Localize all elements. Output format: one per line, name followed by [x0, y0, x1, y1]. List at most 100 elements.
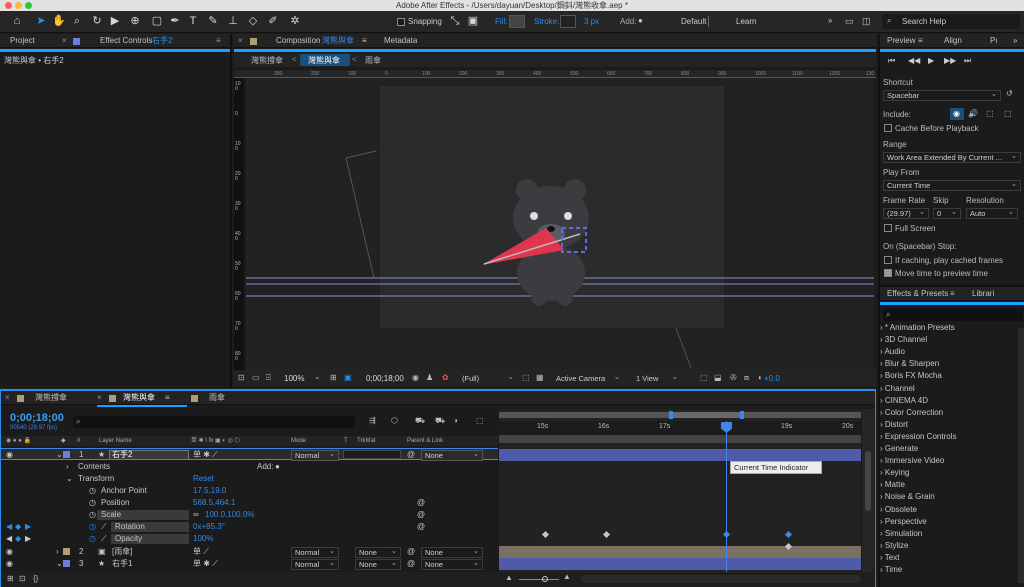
transform-twirl-icon[interactable]: ⌄: [66, 473, 73, 485]
first-frame-icon[interactable]: ⏮: [888, 56, 895, 66]
close-timeline-tab-icon-1[interactable]: ×: [97, 391, 102, 405]
help-search-input[interactable]: ⌕ Search Help: [882, 14, 1020, 29]
range-dropdown[interactable]: Work Area Extended By Current ...: [883, 151, 1021, 163]
zoom-level[interactable]: 100%: [284, 374, 304, 383]
timeline-tab-1[interactable]: 灣熊與傘: [123, 391, 155, 405]
effect-category-item[interactable]: › Noise & Grain: [880, 492, 935, 501]
resolution-dropdown-preview[interactable]: Auto: [966, 207, 1018, 219]
effect-category-item[interactable]: › Color Correction: [880, 408, 943, 417]
video-visibility-icon[interactable]: ◉: [6, 449, 13, 461]
rotation-value[interactable]: 0x+85.3°: [193, 521, 225, 533]
more-tabs-icon[interactable]: »: [1013, 34, 1017, 48]
effect-category-item[interactable]: › Keying: [880, 468, 909, 477]
tab-effects-presets[interactable]: Effects & Presets: [887, 287, 948, 301]
tab-project[interactable]: Project: [10, 34, 35, 48]
layer3-label-color[interactable]: [63, 560, 70, 567]
layer-parent-dropdown[interactable]: None: [421, 449, 483, 461]
brush-tool-icon[interactable]: ✎: [206, 14, 220, 28]
toggle-pixel-aspect-icon[interactable]: ⬚: [700, 373, 708, 382]
layer3-pickwhip-icon[interactable]: @: [407, 558, 415, 570]
rotation-keyframe-current[interactable]: [722, 530, 731, 539]
zoom-out-mountain-icon[interactable]: ▲: [505, 573, 513, 582]
move-time-checkbox[interactable]: [884, 269, 892, 277]
zoom-window-button[interactable]: [25, 2, 32, 9]
navigator-end-handle[interactable]: [740, 411, 744, 419]
rotate-tool-icon[interactable]: ↻: [90, 14, 104, 28]
region-of-interest-icon[interactable]: ⬚: [522, 373, 530, 382]
previous-frame-icon[interactable]: ◀◀: [908, 56, 920, 65]
prev-keyframe-icon[interactable]: ◀: [6, 521, 12, 533]
effect-category-item[interactable]: › 3D Channel: [880, 335, 927, 344]
motion-blur-icon[interactable]: ◑: [453, 416, 458, 425]
composition-viewer[interactable]: [246, 78, 874, 370]
timeline-menu-icon[interactable]: ≡: [165, 391, 170, 405]
rotation-expression-icon[interactable]: @: [417, 521, 425, 533]
if-caching-checkbox[interactable]: [884, 256, 892, 264]
close-tab-icon[interactable]: ×: [62, 34, 67, 48]
layer-mode-dropdown[interactable]: Normal: [291, 449, 339, 461]
resolution-dropdown[interactable]: (Full): [458, 372, 518, 384]
time-ruler[interactable]: [499, 421, 861, 435]
selection-tool-icon[interactable]: ➤: [34, 14, 48, 28]
layer2-mode-dropdown[interactable]: Normal: [291, 546, 339, 558]
rotation-keyframe[interactable]: [602, 530, 611, 539]
graph-editor-icon[interactable]: ⬚: [476, 416, 484, 425]
layer-name[interactable]: 右手2: [112, 449, 132, 461]
tab-preview[interactable]: Preview: [887, 34, 915, 48]
timeline-zoom-handle[interactable]: [542, 576, 548, 582]
frame-rate-dropdown[interactable]: (29.97): [883, 207, 929, 219]
shortcut-dropdown[interactable]: Spacebar: [883, 89, 1001, 101]
cache-before-playback-checkbox[interactable]: [884, 124, 892, 132]
layer2-duration-bar[interactable]: [499, 546, 861, 558]
constrain-proportions-icon[interactable]: ∞: [193, 509, 199, 521]
layer2-name[interactable]: [雨傘]: [112, 546, 132, 558]
draft-3d-toggle-icon[interactable]: ⬡: [391, 416, 398, 425]
type-tool-icon[interactable]: T: [186, 14, 200, 28]
panel-layout-icon[interactable]: ▭: [845, 16, 854, 27]
layer-label-color[interactable]: [63, 451, 70, 458]
align-shape-icon[interactable]: ▣: [466, 14, 480, 28]
comp-menu-icon[interactable]: ≡: [362, 34, 367, 48]
preview-menu-icon[interactable]: ≡: [918, 34, 923, 48]
effects-menu-icon[interactable]: ≡: [950, 287, 955, 301]
timeline-tab-0[interactable]: 灣熊撐傘: [35, 391, 67, 405]
graph-icon-2[interactable]: ⟋: [101, 533, 107, 545]
minimize-window-button[interactable]: [15, 2, 22, 9]
effects-search-input[interactable]: ⌕: [883, 309, 1023, 321]
title-safe-icon[interactable]: ⊞: [330, 373, 337, 382]
layer2-trkmat-dropdown[interactable]: None: [355, 546, 401, 558]
timeline-v-thumb[interactable]: [865, 451, 871, 511]
effect-category-item[interactable]: › Blur & Sharpen: [880, 359, 939, 368]
scale-value[interactable]: 100.0,100.0%: [205, 509, 254, 521]
timeline-link-icon[interactable]: ⧈: [744, 373, 749, 383]
draft-3d-icon[interactable]: ⬓: [714, 373, 722, 382]
comp-mini-flowchart-icon[interactable]: ⇶: [369, 416, 376, 425]
col-layer-name[interactable]: Layer Name: [99, 436, 132, 446]
zoom-in-mountain-icon[interactable]: ▲: [563, 572, 571, 581]
layer-row-3[interactable]: ◉ ⌄ 3 ★ 右手1 单 ✱ ⟋ Normal None @ None: [1, 558, 498, 570]
crumb-2[interactable]: 雨傘: [365, 55, 381, 66]
next-keyframe-icon-2[interactable]: ▶: [25, 533, 31, 545]
reset-preview-icon[interactable]: ↺: [1006, 89, 1013, 98]
view-layout-dropdown[interactable]: 1 View: [632, 372, 682, 384]
graph-icon[interactable]: ⟋: [101, 521, 107, 533]
layer2-twirl-icon[interactable]: ›: [56, 546, 59, 558]
zoom-tool-icon[interactable]: ⌕: [70, 14, 84, 28]
show-snapshot-icon[interactable]: ♟: [426, 373, 433, 382]
effect-category-item[interactable]: › * Animation Presets: [880, 323, 955, 332]
twirl-open-icon[interactable]: ⌄: [56, 449, 63, 461]
tab-align[interactable]: Align: [944, 34, 962, 48]
effect-category-item[interactable]: › Channel: [880, 384, 915, 393]
layer2-switches[interactable]: 单 ⟋: [193, 546, 209, 558]
full-screen-checkbox[interactable]: [884, 224, 892, 232]
fast-preview-icon[interactable]: ✇: [730, 373, 737, 382]
tab-paragraph[interactable]: Pı: [990, 34, 998, 48]
effect-category-item[interactable]: › Immersive Video: [880, 456, 944, 465]
close-timeline-tab-icon[interactable]: ×: [5, 391, 10, 405]
roto-brush-tool-icon[interactable]: ✐: [266, 14, 280, 28]
layer3-twirl-icon[interactable]: ⌄: [56, 558, 63, 570]
navigator-start-handle[interactable]: [669, 411, 673, 419]
exposure-value[interactable]: +0.0: [764, 374, 780, 383]
effect-category-item[interactable]: › Matte: [880, 480, 905, 489]
comp-canvas[interactable]: [246, 78, 874, 370]
